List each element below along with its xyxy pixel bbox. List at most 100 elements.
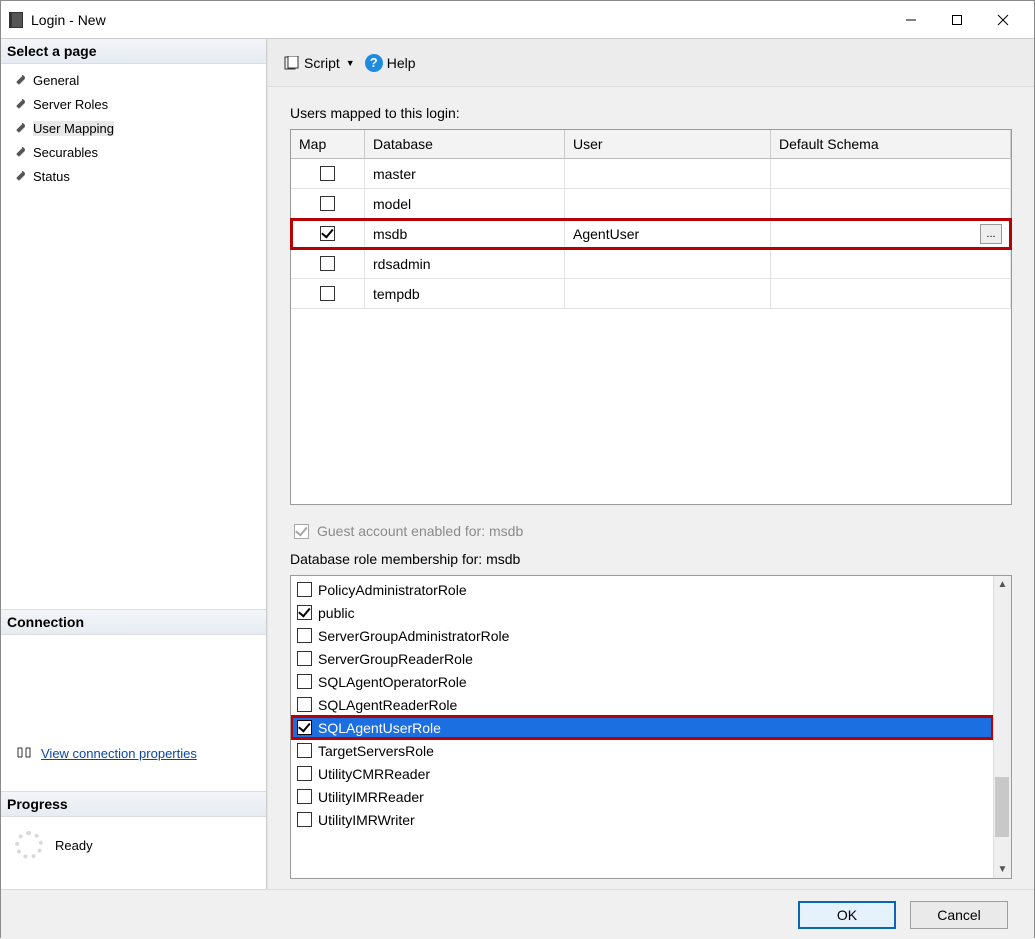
guest-account-row: Guest account enabled for: msdb — [294, 523, 1012, 539]
maximize-button[interactable] — [934, 2, 980, 38]
role-name: ServerGroupAdministratorRole — [318, 628, 509, 644]
role-checkbox[interactable] — [297, 812, 312, 827]
table-row[interactable]: master — [291, 159, 1011, 189]
role-checkbox[interactable] — [297, 697, 312, 712]
role-checkbox[interactable] — [297, 651, 312, 666]
map-checkbox[interactable] — [320, 226, 335, 241]
sidebar-item-general[interactable]: General — [9, 68, 266, 92]
map-checkbox[interactable] — [320, 256, 335, 271]
window-title: Login - New — [31, 12, 888, 28]
col-user[interactable]: User — [565, 130, 771, 159]
map-checkbox[interactable] — [320, 166, 335, 181]
cell-database: tempdb — [365, 279, 565, 309]
minimize-button[interactable] — [888, 2, 934, 38]
role-item[interactable]: TargetServersRole — [291, 739, 993, 762]
role-checkbox[interactable] — [297, 628, 312, 643]
mapping-grid[interactable]: Map Database User Default Schema masterm… — [290, 129, 1012, 505]
wrench-icon — [13, 169, 27, 183]
guest-checkbox — [294, 524, 309, 539]
roles-listbox[interactable]: PolicyAdministratorRole public ServerGroup… — [290, 575, 1012, 879]
connection-properties-link[interactable]: View connection properties — [41, 746, 197, 761]
guest-label: Guest account enabled for: msdb — [317, 523, 523, 539]
users-mapped-label: Users mapped to this login: — [290, 105, 1012, 121]
role-item[interactable]: ServerGroupAdministratorRole — [291, 624, 993, 647]
role-item[interactable]: ServerGroupReaderRole — [291, 647, 993, 670]
table-row[interactable]: rdsadmin — [291, 249, 1011, 279]
role-item[interactable]: public — [291, 601, 993, 624]
role-name: UtilityIMRWriter — [318, 812, 415, 828]
scroll-up-icon[interactable]: ▲ — [998, 579, 1008, 590]
role-item[interactable]: UtilityIMRReader — [291, 785, 993, 808]
role-item[interactable]: SQLAgentReaderRole — [291, 693, 993, 716]
cell-database: rdsadmin — [365, 249, 565, 279]
browse-schema-button[interactable]: ... — [980, 224, 1002, 244]
wrench-icon — [13, 73, 27, 87]
role-name: SQLAgentOperatorRole — [318, 674, 467, 690]
role-name: PolicyAdministratorRole — [318, 582, 467, 598]
cell-database: model — [365, 189, 565, 219]
select-page-header: Select a page — [1, 39, 266, 64]
roles-scrollbar[interactable]: ▲ ▼ — [993, 576, 1011, 878]
role-checkbox[interactable] — [297, 720, 312, 735]
role-checkbox[interactable] — [297, 582, 312, 597]
table-row[interactable]: model — [291, 189, 1011, 219]
role-checkbox[interactable] — [297, 743, 312, 758]
role-item[interactable]: PolicyAdministratorRole — [291, 578, 993, 601]
role-checkbox[interactable] — [297, 789, 312, 804]
ok-button[interactable]: OK — [798, 901, 896, 929]
wrench-icon — [13, 145, 27, 159]
role-item[interactable]: UtilityCMRReader — [291, 762, 993, 785]
help-icon: ? — [365, 54, 383, 72]
sidebar: Select a page GeneralServer RolesUser Ma… — [1, 39, 267, 889]
cell-user: AgentUser — [565, 219, 771, 249]
sidebar-item-status[interactable]: Status — [9, 164, 266, 188]
chevron-down-icon: ▼ — [346, 58, 355, 68]
role-name: SQLAgentUserRole — [318, 720, 441, 736]
scroll-down-icon[interactable]: ▼ — [998, 864, 1008, 875]
page-list: GeneralServer RolesUser MappingSecurable… — [1, 64, 266, 198]
cancel-button[interactable]: Cancel — [910, 901, 1008, 929]
col-default-schema[interactable]: Default Schema — [771, 130, 1011, 159]
progress-status: Ready — [55, 838, 93, 853]
map-checkbox[interactable] — [320, 286, 335, 301]
connection-header: Connection — [1, 610, 266, 635]
map-checkbox[interactable] — [320, 196, 335, 211]
scroll-thumb[interactable] — [995, 777, 1009, 837]
cell-default-schema — [771, 189, 1011, 219]
role-item[interactable]: SQLAgentUserRole — [291, 716, 993, 739]
role-item[interactable]: SQLAgentOperatorRole — [291, 670, 993, 693]
table-row[interactable]: tempdb — [291, 279, 1011, 309]
role-checkbox[interactable] — [297, 605, 312, 620]
cell-user — [565, 189, 771, 219]
progress-header: Progress — [1, 792, 266, 817]
roles-label: Database role membership for: msdb — [290, 551, 1012, 567]
role-checkbox[interactable] — [297, 674, 312, 689]
cell-default-schema — [771, 279, 1011, 309]
table-row[interactable]: msdbAgentUser... — [291, 219, 1011, 249]
role-name: public — [318, 605, 355, 621]
role-name: UtilityCMRReader — [318, 766, 430, 782]
help-button[interactable]: ? Help — [365, 54, 416, 72]
sidebar-item-user-mapping[interactable]: User Mapping — [9, 116, 266, 140]
toolbar: Script ▼ ? Help — [268, 39, 1034, 87]
view-connection-properties[interactable]: View connection properties — [15, 745, 256, 761]
role-checkbox[interactable] — [297, 766, 312, 781]
sidebar-item-securables[interactable]: Securables — [9, 140, 266, 164]
col-map[interactable]: Map — [291, 130, 365, 159]
wrench-icon — [13, 97, 27, 111]
role-name: TargetServersRole — [318, 743, 434, 759]
close-button[interactable] — [980, 2, 1026, 38]
cell-database: master — [365, 159, 565, 189]
cell-user — [565, 279, 771, 309]
script-icon — [284, 56, 300, 70]
grid-header: Map Database User Default Schema — [291, 130, 1011, 159]
window-buttons — [888, 2, 1026, 38]
role-name: SQLAgentReaderRole — [318, 697, 457, 713]
script-button[interactable]: Script ▼ — [284, 55, 355, 71]
sidebar-item-server-roles[interactable]: Server Roles — [9, 92, 266, 116]
titlebar: Login - New — [1, 1, 1034, 39]
dialog-footer: OK Cancel — [1, 889, 1034, 939]
col-database[interactable]: Database — [365, 130, 565, 159]
role-item[interactable]: UtilityIMRWriter — [291, 808, 993, 831]
cell-database: msdb — [365, 219, 565, 249]
